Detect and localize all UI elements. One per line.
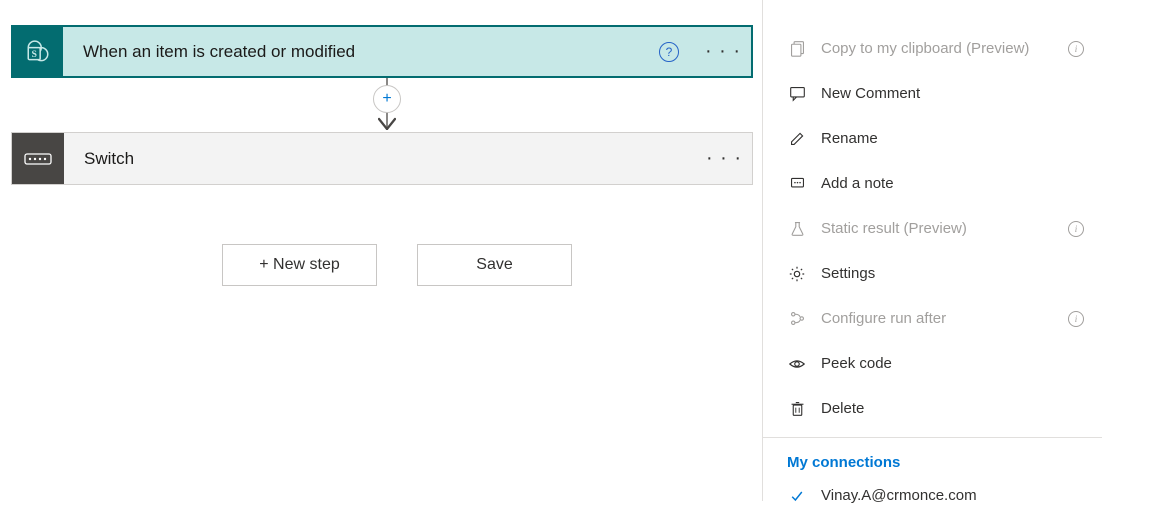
menu-settings[interactable]: Settings — [763, 251, 1102, 296]
action-buttons: + New step Save — [222, 244, 572, 286]
menu-label: Settings — [821, 265, 1084, 282]
menu-label: Peek code — [821, 355, 1084, 372]
switch-icon — [12, 133, 64, 184]
menu-static-result: Static result (Preview) i — [763, 206, 1102, 251]
help-icon[interactable]: ? — [659, 42, 679, 62]
connection-email: Vinay.A@crmonce.com — [821, 487, 977, 504]
menu-rename[interactable]: Rename — [763, 116, 1102, 161]
new-step-button[interactable]: + New step — [222, 244, 377, 286]
trigger-card[interactable]: S When an item is created or modified ? … — [11, 25, 753, 78]
menu-add-note[interactable]: Add a note — [763, 161, 1102, 206]
menu-label: Copy to my clipboard (Preview) — [821, 40, 1068, 57]
gear-icon — [787, 264, 807, 284]
check-icon — [787, 488, 807, 504]
save-button[interactable]: Save — [417, 244, 572, 286]
sharepoint-icon: S — [13, 27, 63, 76]
switch-more-button[interactable]: · · · — [704, 147, 744, 170]
menu-new-comment[interactable]: New Comment — [763, 71, 1102, 116]
pencil-icon — [787, 129, 807, 149]
menu-label: Rename — [821, 130, 1084, 147]
info-icon[interactable]: i — [1068, 221, 1084, 237]
menu-peek-code[interactable]: Peek code — [763, 341, 1102, 386]
arrow-down-icon — [378, 116, 396, 130]
insert-step-button[interactable]: + — [373, 85, 401, 113]
comment-icon — [787, 84, 807, 104]
info-icon[interactable]: i — [1068, 311, 1084, 327]
switch-title: Switch — [64, 149, 704, 169]
menu-label: Delete — [821, 400, 1084, 417]
trigger-title: When an item is created or modified — [63, 42, 659, 62]
trigger-more-button[interactable]: · · · — [703, 40, 743, 63]
context-menu-panel: Copy to my clipboard (Preview) i New Com… — [762, 0, 1102, 501]
connections-header: My connections — [763, 444, 1102, 477]
menu-label: Add a note — [821, 175, 1084, 192]
flask-icon — [787, 219, 807, 239]
menu-copy-clipboard: Copy to my clipboard (Preview) i — [763, 26, 1102, 71]
menu-label: Configure run after — [821, 310, 1068, 327]
switch-card[interactable]: Switch · · · — [11, 132, 753, 185]
menu-label: Static result (Preview) — [821, 220, 1068, 237]
copy-icon — [787, 39, 807, 59]
flow-canvas: S When an item is created or modified ? … — [0, 0, 762, 501]
info-icon[interactable]: i — [1068, 41, 1084, 57]
branch-icon — [787, 309, 807, 329]
note-icon — [787, 174, 807, 194]
menu-label: New Comment — [821, 85, 1084, 102]
connection-item[interactable]: Vinay.A@crmonce.com — [763, 477, 1102, 514]
trash-icon — [787, 399, 807, 419]
svg-text:S: S — [31, 48, 37, 59]
menu-delete[interactable]: Delete — [763, 386, 1102, 431]
eye-icon — [787, 354, 807, 374]
menu-configure-run-after: Configure run after i — [763, 296, 1102, 341]
menu-divider — [763, 437, 1102, 438]
